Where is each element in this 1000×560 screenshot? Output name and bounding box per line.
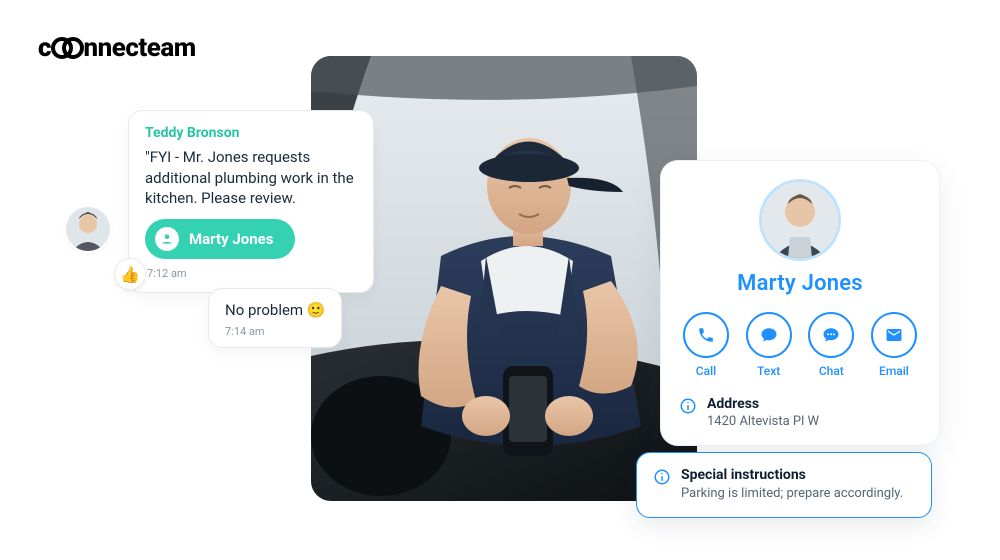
- info-icon: [679, 397, 697, 415]
- address-value: 1420 Altevista Pl W: [707, 414, 819, 429]
- chat-label: Chat: [819, 364, 844, 378]
- callout-title: Special instructions: [681, 467, 903, 483]
- chat-bubble-reply: No problem 🙂 7:14 am: [208, 288, 342, 348]
- reaction-thumbs-up[interactable]: 👍: [114, 258, 146, 290]
- contact-card: Marty Jones Call Text Chat: [660, 160, 940, 446]
- speech-bubble-icon: [746, 312, 792, 358]
- phone-icon: [683, 312, 729, 358]
- contact-avatar: [759, 179, 841, 261]
- sender-avatar: [66, 207, 110, 251]
- text-label: Text: [757, 364, 780, 378]
- chat-thread: Teddy Bronson "FYI - Mr. Jones requests …: [128, 110, 374, 293]
- brand-logo: cnnecteam: [38, 33, 196, 63]
- call-button[interactable]: Call: [679, 312, 733, 378]
- email-label: Email: [879, 364, 909, 378]
- contact-name: Marty Jones: [737, 271, 863, 296]
- chat-sender-name: Teddy Bronson: [145, 125, 357, 141]
- info-icon: [653, 468, 671, 486]
- envelope-icon: [871, 312, 917, 358]
- special-instructions-callout: Special instructions Parking is limited;…: [636, 452, 932, 518]
- chat-reply-timestamp: 7:14 am: [225, 325, 325, 338]
- contact-actions: Call Text Chat Email: [679, 312, 921, 378]
- call-label: Call: [696, 364, 716, 378]
- address-label: Address: [707, 396, 819, 412]
- chat-reply-text: No problem 🙂: [225, 300, 325, 321]
- address-row: Address 1420 Altevista Pl W: [679, 396, 921, 429]
- chat-timestamp: 7:12 am: [145, 267, 357, 280]
- person-icon: [155, 227, 179, 251]
- callout-body: Parking is limited; prepare accordingly.: [681, 485, 903, 503]
- email-button[interactable]: Email: [867, 312, 921, 378]
- text-button[interactable]: Text: [742, 312, 796, 378]
- contact-chip-label: Marty Jones: [189, 230, 273, 248]
- chat-bubble-incoming: Teddy Bronson "FYI - Mr. Jones requests …: [128, 110, 374, 293]
- chat-message-text: "FYI - Mr. Jones requests additional plu…: [145, 147, 357, 209]
- chat-dots-icon: [808, 312, 854, 358]
- chat-button[interactable]: Chat: [804, 312, 858, 378]
- contact-chip[interactable]: Marty Jones: [145, 219, 295, 259]
